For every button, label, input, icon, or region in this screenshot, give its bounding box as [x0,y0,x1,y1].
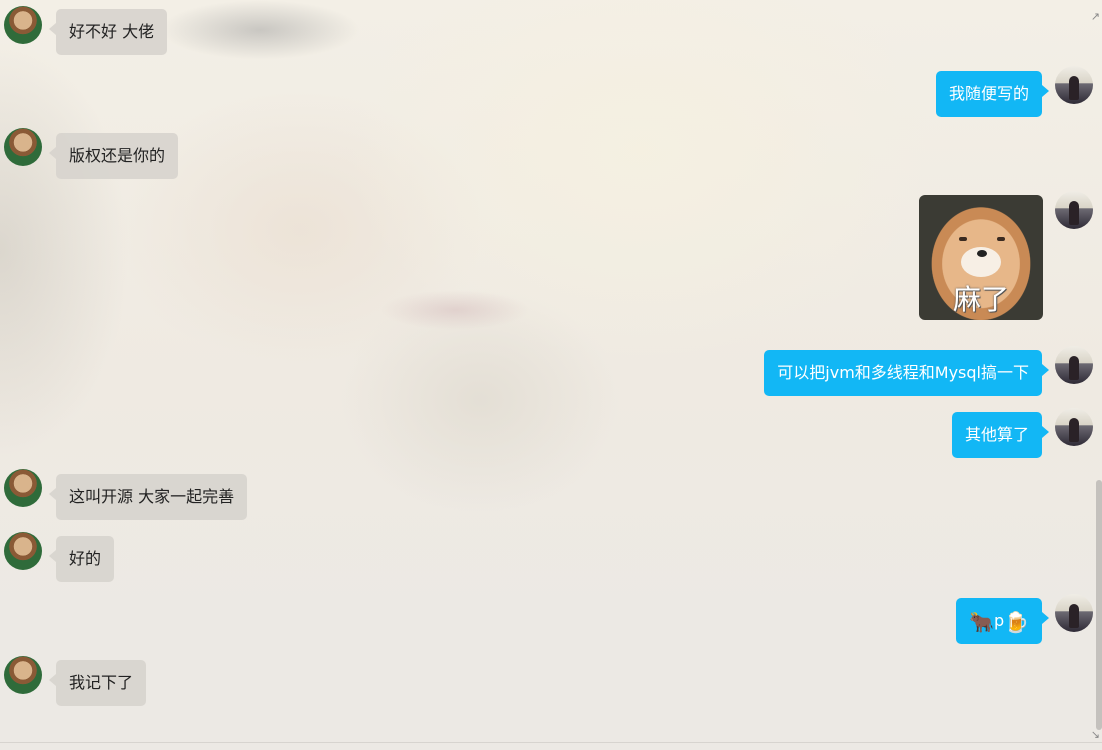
chat-window: 好不好 大佬 我随便写的 版权还是你的 麻了 可以把jvm和多线程和Mysql搞… [0,0,1102,750]
peer-avatar[interactable] [4,6,42,44]
peer-message-bubble[interactable]: 这叫开源 大家一起完善 [48,474,248,520]
emoji-message-text: p [993,611,1005,630]
peer-message-bubble[interactable]: 版权还是你的 [48,133,179,179]
sticker-caption: 麻了 [952,283,1009,316]
self-avatar[interactable] [1055,594,1093,632]
scroll-up-arrow-icon[interactable]: ↗ [1091,10,1100,23]
self-message-bubble[interactable]: 可以把jvm和多线程和Mysql搞一下 [764,350,1049,396]
peer-avatar[interactable] [4,128,42,166]
self-avatar[interactable] [1055,191,1093,229]
peer-avatar[interactable] [4,469,42,507]
peer-message-bubble[interactable]: 好的 [48,536,115,582]
self-avatar[interactable] [1055,408,1093,446]
dog-eye-left [959,237,967,241]
peer-avatar[interactable] [4,656,42,694]
self-emoji-message-bubble[interactable]: 🐂p🍺 [956,598,1049,644]
divider [0,742,1102,743]
bg-hair [0,40,130,460]
sticker-message-shiba-dog[interactable]: 麻了 [919,195,1043,320]
scrollbar-thumb[interactable] [1096,480,1102,730]
peer-message-bubble[interactable]: 我记下了 [48,660,147,706]
self-avatar[interactable] [1055,66,1093,104]
bg-lips [380,290,530,330]
self-message-bubble[interactable]: 我随便写的 [935,71,1050,117]
scroll-down-arrow-icon[interactable]: ↘ [1091,728,1100,741]
bg-eye [160,0,360,60]
self-avatar[interactable] [1055,346,1093,384]
beer-emoji-icon: 🍺 [1004,609,1029,634]
peer-avatar[interactable] [4,532,42,570]
self-message-bubble[interactable]: 其他算了 [951,412,1050,458]
peer-message-bubble[interactable]: 好不好 大佬 [48,9,168,55]
dog-eye-right [997,237,1005,241]
ox-emoji-icon: 🐂 [969,609,994,634]
dog-nose [977,250,987,257]
